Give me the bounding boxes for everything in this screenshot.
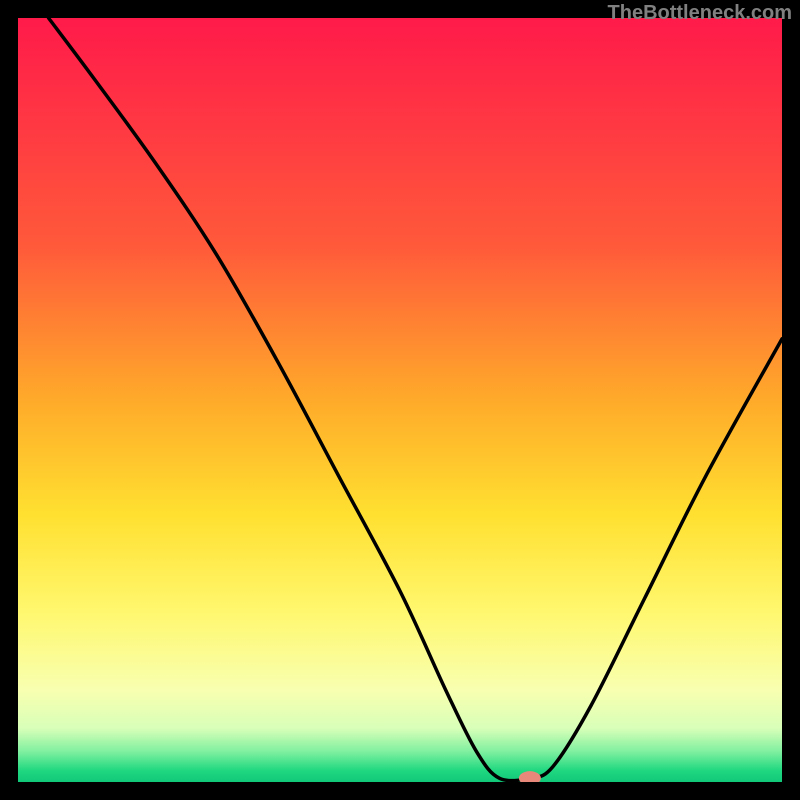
bottleneck-chart: TheBottleneck.com bbox=[0, 0, 800, 800]
chart-svg bbox=[0, 0, 800, 800]
watermark-text: TheBottleneck.com bbox=[608, 2, 792, 25]
